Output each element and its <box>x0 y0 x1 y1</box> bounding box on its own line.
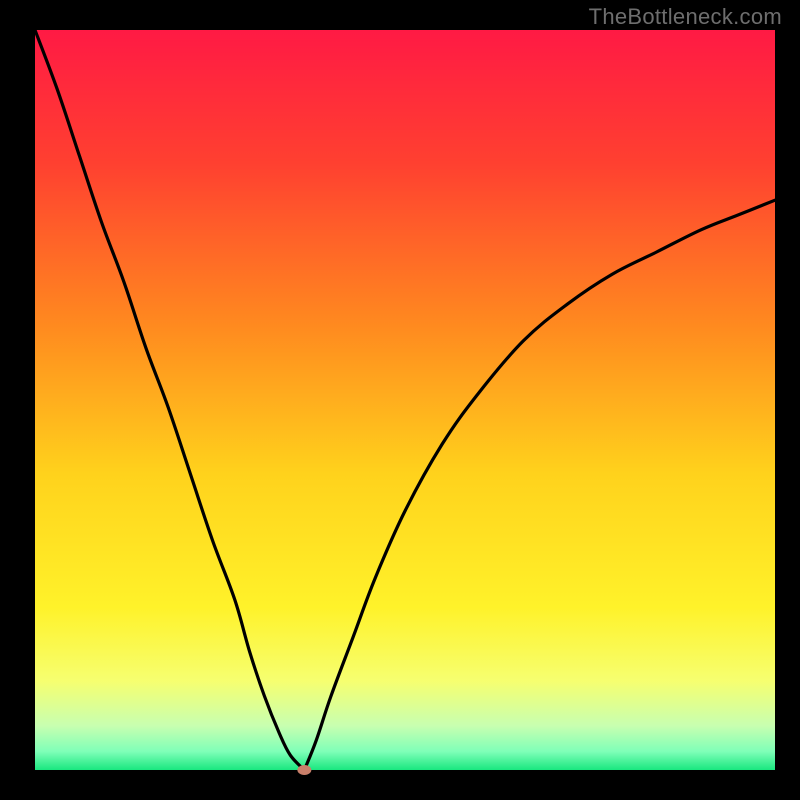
gradient-background <box>35 30 775 770</box>
watermark-text: TheBottleneck.com <box>589 4 782 30</box>
optimum-marker <box>297 765 311 775</box>
bottleneck-chart <box>0 0 800 800</box>
